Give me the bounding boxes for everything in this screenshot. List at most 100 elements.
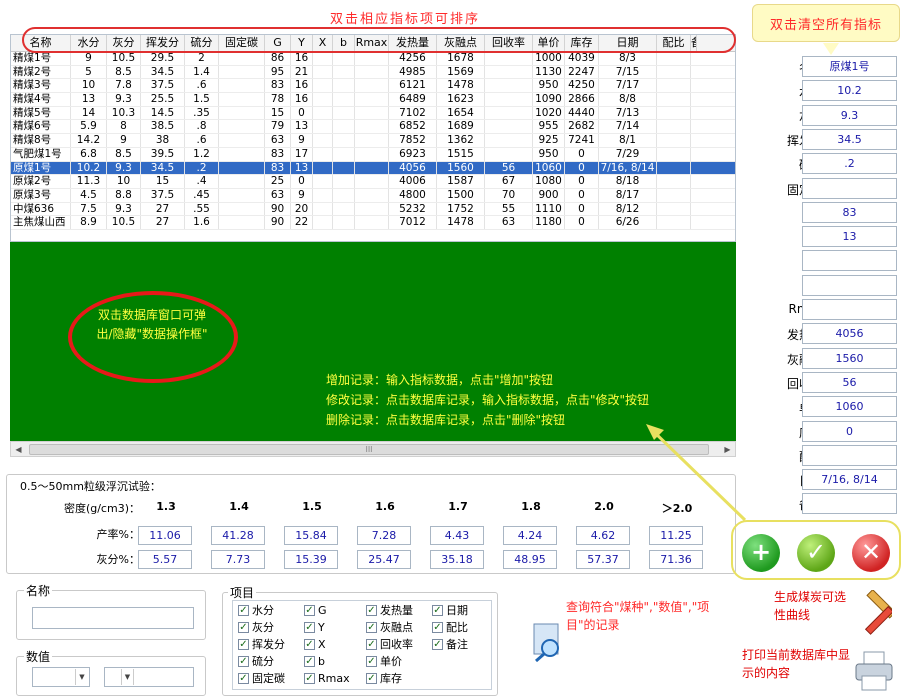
field-input[interactable] <box>802 444 897 466</box>
checkbox-icon[interactable]: ✓ <box>304 604 315 616</box>
table-row[interactable]: 精煤4号 13 9.3 25.5 1.5 78 16 6489 1623 1090 2866 8/8 <box>11 93 735 107</box>
field-input[interactable]: 13 <box>802 226 897 248</box>
field-input[interactable]: 9.3 <box>802 104 897 126</box>
field-input[interactable]: 56 <box>802 371 897 393</box>
item-checkbox[interactable]: ✓ 配比 <box>432 619 468 635</box>
table-row[interactable]: 精煤6号 5.9 8 38.5.8 79 13 6852 1689 955 2682 7/14 <box>11 120 735 135</box>
column-header[interactable]: Y <box>291 35 313 51</box>
column-header[interactable]: 库存 <box>565 35 599 51</box>
scroll-right-icon[interactable]: ▶ <box>721 443 734 456</box>
table-row[interactable]: 原煤2号 11.3 10 15.4 25 0 4006 1587 67 1080 0 8/18 <box>11 175 735 189</box>
table-row[interactable]: 精煤3号 10 7.8 37.5.6 83 16 6121 1478 950 4250 7/17 <box>11 79 735 94</box>
yield-input[interactable]: 7.28 <box>357 526 411 545</box>
add-button[interactable]: + <box>742 534 780 572</box>
field-input[interactable]: 83 <box>802 201 897 223</box>
horizontal-scrollbar[interactable]: ◀ III ▶ <box>10 441 736 457</box>
query-icon[interactable] <box>530 622 566 663</box>
scroll-left-icon[interactable]: ◀ <box>12 443 25 456</box>
checkbox-icon[interactable]: ✓ <box>304 621 315 633</box>
checkbox-icon[interactable]: ✓ <box>304 672 315 684</box>
item-checkbox[interactable]: ✓ 备注 <box>432 636 468 652</box>
column-header[interactable]: 灰融点 <box>437 35 485 51</box>
printer-icon[interactable] <box>852 650 896 692</box>
yield-input[interactable]: 4.62 <box>576 526 630 545</box>
yield-input[interactable]: 4.43 <box>430 526 484 545</box>
field-input[interactable] <box>802 493 897 515</box>
table-row[interactable]: 中煤636 7.5 9.3 27.55 90 20 5232 1752 55 1110 0 8/12 <box>11 202 735 217</box>
ash-input[interactable]: 71.36 <box>649 550 703 569</box>
value-select[interactable]: ▼ <box>104 667 194 687</box>
item-checkbox[interactable]: ✓ 发热量 <box>366 602 413 618</box>
item-checkbox[interactable]: ✓ b <box>304 653 325 669</box>
field-input[interactable]: 10.2 <box>802 80 897 102</box>
table-row[interactable]: 气肥煤1号 6.8 8.5 39.5 1.2 83 17 6923 1515 950 0 7/29 <box>11 147 735 162</box>
ash-input[interactable]: 35.18 <box>430 550 484 569</box>
table-row[interactable]: 精煤5号 14 10.3 14.5.35 15 0 7102 1654 1020 4440 7/13 <box>11 106 735 121</box>
item-checkbox[interactable]: ✓ X <box>304 636 326 652</box>
column-header[interactable]: 日期 <box>599 35 657 51</box>
name-filter-input[interactable] <box>32 607 194 629</box>
checkbox-icon[interactable]: ✓ <box>366 604 377 616</box>
modify-button[interactable]: ✓ <box>797 534 835 572</box>
checkbox-icon[interactable]: ✓ <box>238 604 249 616</box>
yield-input[interactable]: 41.28 <box>211 526 265 545</box>
checkbox-icon[interactable]: ✓ <box>366 655 377 667</box>
scroll-thumb[interactable]: III <box>29 444 709 455</box>
field-input[interactable] <box>802 299 897 320</box>
pencil-ruler-icon[interactable] <box>852 588 897 636</box>
field-input[interactable] <box>802 274 897 296</box>
item-checkbox[interactable]: ✓ 灰分 <box>238 619 274 635</box>
column-header[interactable]: 灰分 <box>107 35 141 51</box>
checkbox-icon[interactable]: ✓ <box>432 604 443 616</box>
checkbox-icon[interactable]: ✓ <box>366 638 377 650</box>
item-checkbox[interactable]: ✓ 水分 <box>238 602 274 618</box>
item-checkbox[interactable]: ✓ 灰融点 <box>366 619 413 635</box>
item-checkbox[interactable]: ✓ 单价 <box>366 653 402 669</box>
ash-input[interactable]: 5.57 <box>138 550 192 569</box>
checkbox-icon[interactable]: ✓ <box>238 638 249 650</box>
checkbox-icon[interactable]: ✓ <box>366 672 377 684</box>
yield-input[interactable]: 11.25 <box>649 526 703 545</box>
column-header[interactable]: 发热量 <box>389 35 437 51</box>
column-header[interactable]: 名称 <box>11 35 71 51</box>
field-input[interactable]: 7/16, 8/14 <box>802 469 897 491</box>
checkbox-icon[interactable]: ✓ <box>238 621 249 633</box>
item-checkbox[interactable]: ✓ 固定碳 <box>238 670 285 686</box>
checkbox-icon[interactable]: ✓ <box>366 621 377 633</box>
ash-input[interactable]: 15.39 <box>284 550 338 569</box>
field-input[interactable]: 1060 <box>802 396 897 418</box>
field-input[interactable]: 4056 <box>802 323 897 345</box>
item-checkbox[interactable]: ✓ 挥发分 <box>238 636 285 652</box>
column-header[interactable]: 固定碳 <box>219 35 265 51</box>
item-checkbox[interactable]: ✓ Y <box>304 619 325 635</box>
checkbox-icon[interactable]: ✓ <box>304 655 315 667</box>
checkbox-icon[interactable]: ✓ <box>238 655 249 667</box>
field-input[interactable] <box>802 250 897 272</box>
column-header[interactable]: 水分 <box>71 35 107 51</box>
checkbox-icon[interactable]: ✓ <box>432 621 443 633</box>
column-header[interactable]: 硫分 <box>185 35 219 51</box>
field-input[interactable]: 0 <box>802 420 897 442</box>
table-row[interactable]: 原煤3号 4.5 8.8 37.5.45 63 9 4800 1500 70 900 0 8/17 <box>11 188 735 203</box>
column-header[interactable]: G <box>265 35 291 51</box>
delete-button[interactable]: ✕ <box>852 534 890 572</box>
ash-input[interactable]: 7.73 <box>211 550 265 569</box>
item-checkbox[interactable]: ✓ 库存 <box>366 670 402 686</box>
field-input[interactable]: 原煤1号 <box>802 56 897 77</box>
table-row[interactable]: 精煤1号 9 10.5 29.5 2 86 16 4256 1678 1000 4039 8/3 <box>11 52 735 66</box>
table-row[interactable]: 原煤1号 10.2 9.3 34.5.2 83 13 4056 1560 56 1060 0 7/16… <box>11 161 735 176</box>
column-header[interactable]: 单价 <box>533 35 565 51</box>
table-row[interactable]: 主焦煤山西 8.9 10.5 27 1.6 90 22 7012 1478 63 1180 0 6/26 <box>11 216 735 230</box>
item-checkbox[interactable]: ✓ Rmax <box>304 670 350 686</box>
yield-input[interactable]: 15.84 <box>284 526 338 545</box>
ash-input[interactable]: 48.95 <box>503 550 557 569</box>
ash-input[interactable]: 25.47 <box>357 550 411 569</box>
table-row[interactable]: 精煤2号 5 8.5 34.5 1.4 95 21 4985 1569 1130 2247 7/15 <box>11 65 735 80</box>
column-header[interactable]: 备 <box>691 35 697 51</box>
column-header[interactable]: X <box>313 35 333 51</box>
column-header[interactable]: 回收率 <box>485 35 533 51</box>
table-row[interactable]: 精煤8号 14.2 9 38.6 63 9 7852 1362 925 7241 8/1 <box>11 134 735 148</box>
column-header[interactable]: 配比 <box>657 35 691 51</box>
item-checkbox[interactable]: ✓ 回收率 <box>366 636 413 652</box>
checkbox-icon[interactable]: ✓ <box>432 638 443 650</box>
